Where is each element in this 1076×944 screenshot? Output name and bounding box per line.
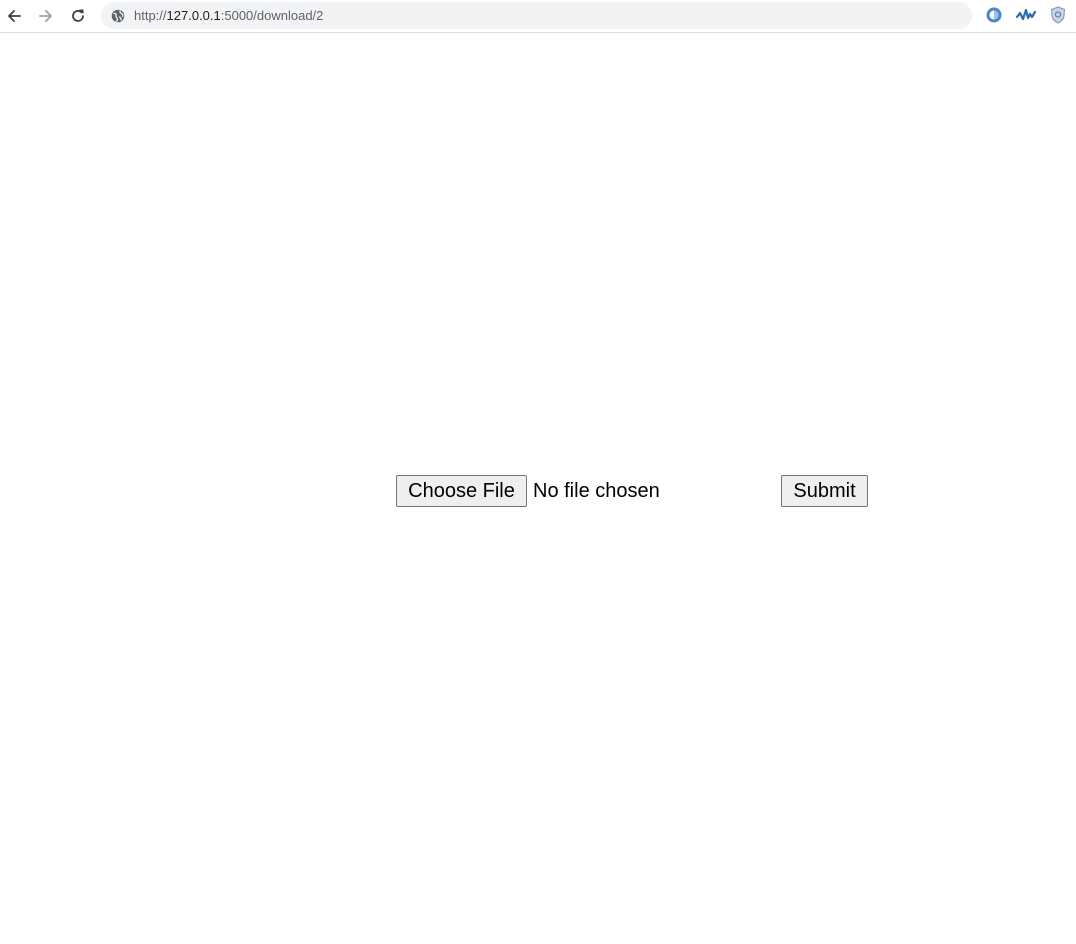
shield-extension-icon[interactable]: [1048, 5, 1068, 25]
blue-circle-extension-icon[interactable]: [984, 5, 1004, 25]
page-content: Choose File No file chosen Submit: [0, 34, 1076, 944]
reload-icon: [72, 9, 84, 22]
file-status-text: No file chosen: [533, 480, 660, 502]
reload-button[interactable]: [65, 3, 91, 29]
url-host: 127.0.0.1: [166, 8, 221, 23]
forward-button[interactable]: [33, 3, 59, 29]
globe-icon[interactable]: [111, 9, 125, 23]
browser-toolbar: http://127.0.0.1:5000/download/2: [0, 0, 1076, 33]
address-bar[interactable]: http://127.0.0.1:5000/download/2: [101, 2, 972, 29]
arrow-right-icon: [39, 10, 52, 22]
submit-button[interactable]: Submit: [781, 475, 868, 507]
arrow-left-icon: [8, 10, 21, 22]
url-text[interactable]: http://127.0.0.1:5000/download/2: [134, 8, 323, 23]
back-button[interactable]: [1, 3, 27, 29]
choose-file-button[interactable]: Choose File: [396, 475, 527, 507]
url-scheme: http://: [134, 8, 167, 23]
url-path: :5000/download/2: [220, 8, 324, 23]
waveform-extension-icon[interactable]: [1016, 5, 1036, 25]
